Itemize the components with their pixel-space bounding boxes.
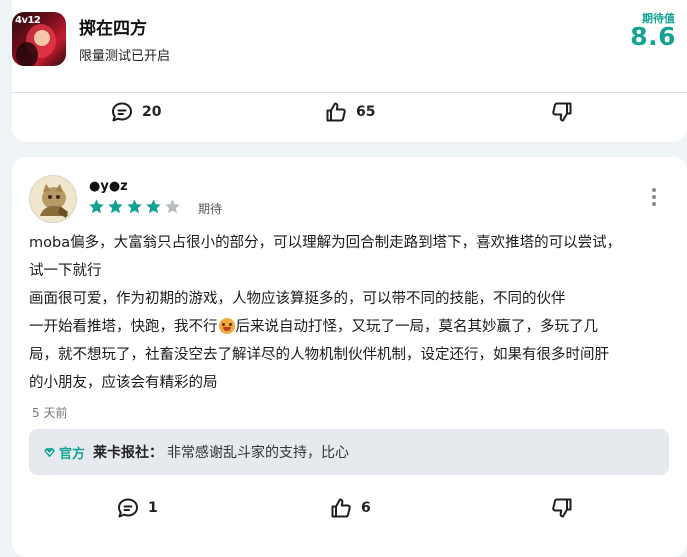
reply-text: 非常感谢乱斗家的支持，比心: [167, 445, 350, 461]
review-time: 5 天前: [32, 406, 68, 420]
star-icon-filled: [89, 199, 104, 214]
like-button[interactable]: 65: [324, 97, 375, 127]
review-line-part: 一开始看推塔，快跑，我不行: [29, 319, 218, 335]
review-line: moba偏多，大富翁只占很小的部分，可以理解为回合制走路到塔下，喜欢推塔的可以尝…: [29, 235, 622, 251]
review-line: 画面很可爱，作为初期的游戏，人物应该算挺多的，可以带不同的技能，不同的伙伴: [29, 291, 566, 307]
review-text[interactable]: moba偏多，大富翁只占很小的部分，可以理解为回合制走路到塔下，喜欢推塔的可以尝…: [29, 229, 679, 397]
thumbs-down-icon: [552, 102, 572, 122]
review-line-with-emoji: 一开始看推塔，快跑，我不行 后来说自动打怪，又玩了一局，莫名其妙赢了，多玩了几: [29, 313, 679, 341]
official-badge: 官方: [43, 443, 85, 462]
expect-score: 8.6: [630, 22, 676, 51]
comment-icon: [118, 498, 138, 518]
verified-icon: [44, 447, 55, 457]
comment-icon: [112, 102, 132, 122]
official-label: 官方: [59, 446, 86, 462]
review-actions: 1 6: [12, 493, 687, 523]
top-actions: 20 65: [12, 97, 687, 127]
rating-label: 期待: [198, 202, 223, 216]
review-comment-button[interactable]: 1: [116, 493, 158, 523]
official-reply[interactable]: 官方 莱卡报社： 非常感谢乱斗家的支持，比心: [29, 429, 669, 475]
reply-author[interactable]: 莱卡报社：: [93, 442, 163, 462]
star-icon-filled: [108, 199, 123, 214]
review-line: 的小朋友，应该会有精彩的局: [29, 375, 218, 391]
game-icon-tag: 4v12: [15, 15, 41, 26]
thumbs-up-icon: [331, 498, 351, 518]
game-status: 限量测试已开启: [79, 49, 171, 64]
review-like-count: 6: [361, 500, 371, 516]
dislike-button[interactable]: [550, 97, 574, 127]
review-comment-count: 1: [148, 500, 158, 516]
review-line: 试一下就行: [29, 263, 102, 279]
grinning-emoji-icon: [218, 318, 235, 334]
comment-count: 20: [142, 104, 162, 120]
star-icon-filled: [146, 199, 161, 214]
like-count: 65: [356, 104, 376, 120]
review-line: 局，就不想玩了，社畜没空去了解详尽的人物机制伙伴机制，设定还行，如果有很多时间肝: [29, 347, 609, 363]
review-line-part: 后来说自动打怪，又玩了一局，莫名其妙赢了，多玩了几: [235, 319, 599, 335]
comment-button[interactable]: 20: [110, 97, 161, 127]
game-title[interactable]: 掷在四方: [79, 14, 147, 39]
avatar[interactable]: [29, 175, 77, 223]
more-vertical-icon[interactable]: [651, 188, 657, 206]
header-divider: [12, 92, 687, 93]
star-rating: [88, 198, 181, 215]
thumbs-down-icon: [552, 498, 572, 518]
user-name[interactable]: ●y●z: [89, 179, 128, 194]
thumbs-up-icon: [326, 102, 346, 122]
review-like-button[interactable]: 6: [329, 493, 371, 523]
star-icon-filled: [127, 199, 142, 214]
review-dislike-button[interactable]: [550, 493, 574, 523]
game-icon[interactable]: 4v12: [12, 12, 66, 66]
review-card: ●y●z 期待 moba偏多，大富翁只占很小的部分，可以理解为回合制走路到塔下，…: [12, 157, 687, 557]
star-icon-empty: [165, 199, 180, 214]
